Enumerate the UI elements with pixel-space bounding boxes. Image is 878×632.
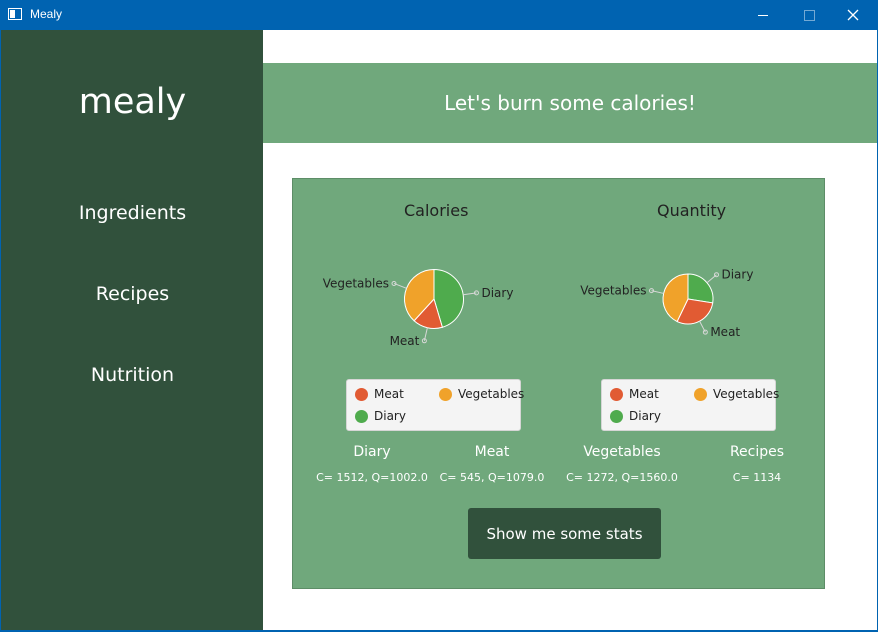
legend-label: Diary <box>629 409 661 423</box>
minimize-button[interactable] <box>740 0 786 30</box>
calories-legend: Meat Vegetables Diary <box>346 379 524 431</box>
title-bar: Mealy <box>0 0 878 30</box>
legend-label: Vegetables <box>458 387 525 401</box>
show-stats-button[interactable]: Show me some stats <box>468 508 661 559</box>
vegetables-color-dot <box>439 387 452 401</box>
legend-label: Diary <box>374 409 406 423</box>
brand-logo: mealy <box>78 82 187 122</box>
banner-text: Let's burn some calories! <box>444 91 696 115</box>
legend-item-vegetables: Vegetables <box>694 387 779 401</box>
pie-label-diary: Diary <box>481 286 513 300</box>
stat-recipes-name: Recipes <box>729 444 785 460</box>
maximize-icon <box>803 9 815 21</box>
pie-label-vegetables: Vegetables <box>323 276 389 290</box>
stat-vegetables-name: Vegetables <box>583 444 661 460</box>
pie-label-meat: Meat <box>710 325 740 339</box>
pie-label-diary: Diary <box>721 268 753 282</box>
vegetables-color-dot <box>694 387 707 401</box>
sidebar-item-ingredients[interactable]: Ingredients <box>1 202 264 224</box>
meat-color-dot <box>610 387 623 401</box>
quantity-legend: Meat Vegetables Diary <box>601 379 779 431</box>
sidebar-item-nutrition[interactable]: Nutrition <box>1 364 264 386</box>
window-title: Mealy <box>30 7 63 21</box>
legend-label: Vegetables <box>713 387 780 401</box>
pie-slice-diary <box>687 273 714 304</box>
legend-item-diary: Diary <box>355 409 406 423</box>
sidebar-item-recipes[interactable]: Recipes <box>1 283 264 305</box>
diary-color-dot <box>355 409 368 423</box>
pie-label-meat: Meat <box>390 334 420 348</box>
close-icon <box>847 9 859 21</box>
app-window-icon <box>8 8 22 20</box>
legend-label: Meat <box>374 387 404 401</box>
pie-label-vegetables: Vegetables <box>580 284 646 298</box>
maximize-button[interactable] <box>786 0 832 30</box>
stat-meat-value: C= 545, Q=1079.0 <box>439 471 545 484</box>
stat-recipes-value: C= 1134 <box>732 471 782 484</box>
legend-label: Meat <box>629 387 659 401</box>
calories-chart-title: Calories <box>404 201 469 220</box>
stat-meat-name: Meat <box>474 444 510 460</box>
legend-item-diary: Diary <box>610 409 661 423</box>
close-button[interactable] <box>830 0 876 30</box>
nutrition-panel: Calories Quantity Diary Meat Vegetables Dia… <box>292 178 825 589</box>
main-content: Let's burn some calories! Calories Quant… <box>263 30 878 630</box>
meat-color-dot <box>355 387 368 401</box>
quantity-chart-title: Quantity <box>657 201 727 220</box>
legend-item-vegetables: Vegetables <box>439 387 524 401</box>
stat-diary-value: C= 1512, Q=1002.0 <box>316 471 428 484</box>
sidebar: mealy Ingredients Recipes Nutrition <box>0 30 263 630</box>
legend-item-meat: Meat <box>355 387 404 401</box>
stat-vegetables-value: C= 1272, Q=1560.0 <box>566 471 678 484</box>
legend-item-meat: Meat <box>610 387 659 401</box>
banner: Let's burn some calories! <box>263 63 877 143</box>
stat-diary-name: Diary <box>353 444 391 460</box>
diary-color-dot <box>610 409 623 423</box>
minimize-icon <box>758 14 768 16</box>
